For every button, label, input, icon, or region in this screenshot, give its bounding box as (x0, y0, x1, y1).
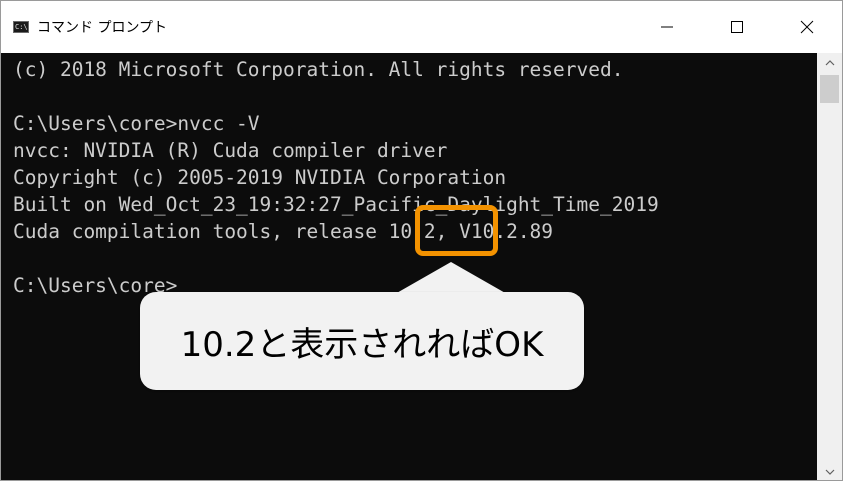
callout-text: 10.2と表示されればOK (180, 324, 544, 365)
annotation-callout: 10.2と表示されればOK (140, 292, 584, 390)
version-highlight-box (415, 205, 498, 256)
maximize-icon (731, 21, 743, 33)
console-line: Built on Wed_Oct_23_19:32:27_Pacific_Day… (13, 193, 659, 216)
scroll-down-button[interactable] (817, 462, 842, 480)
chevron-up-icon (825, 60, 834, 66)
maximize-button[interactable] (702, 1, 772, 53)
console-app-icon[interactable]: C:\ (13, 21, 29, 33)
console-line: Copyright (c) 2005-2019 NVIDIA Corporati… (13, 166, 507, 189)
callout-pointer (395, 262, 507, 294)
minimize-button[interactable] (632, 1, 702, 53)
chevron-down-icon (825, 469, 834, 475)
window-controls (632, 1, 842, 53)
close-icon (800, 20, 814, 34)
console-line: (c) 2018 Microsoft Corporation. All righ… (13, 58, 624, 81)
console-line: nvcc: NVIDIA (R) Cuda compiler driver (13, 139, 448, 162)
scroll-thumb[interactable] (820, 75, 839, 103)
window-title: コマンド プロンプト (37, 20, 168, 36)
app-icon-text: C:\ (15, 22, 28, 31)
console-line: C:\Users\core>nvcc -V (13, 112, 260, 135)
close-button[interactable] (772, 1, 842, 53)
minimize-icon (661, 26, 673, 28)
title-bar[interactable]: C:\ コマンド プロンプト (1, 1, 842, 53)
vertical-scrollbar[interactable] (817, 53, 842, 480)
scroll-up-button[interactable] (817, 53, 842, 73)
